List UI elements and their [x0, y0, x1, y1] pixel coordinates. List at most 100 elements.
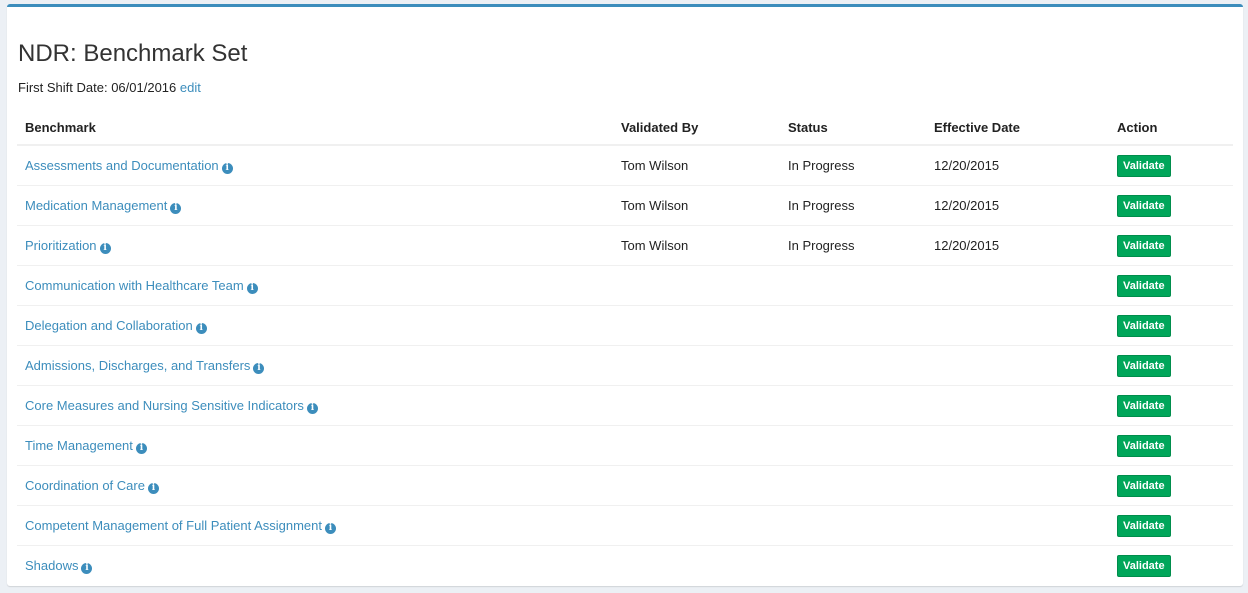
benchmark-cell: Admissions, Discharges, and Transfers i [17, 345, 613, 386]
benchmark-link[interactable]: Shadows [25, 558, 78, 573]
action-cell: Validate [1109, 385, 1233, 426]
action-cell: Validate [1109, 225, 1233, 266]
benchmark-link[interactable]: Core Measures and Nursing Sensitive Indi… [25, 398, 304, 413]
effective-date-cell [926, 505, 1109, 546]
status-cell [780, 265, 926, 306]
status-cell: In Progress [780, 185, 926, 226]
effective-date-cell [926, 385, 1109, 426]
validate-button[interactable]: Validate [1117, 274, 1171, 297]
benchmark-cell: Core Measures and Nursing Sensitive Indi… [17, 385, 613, 426]
status-cell [780, 305, 926, 346]
benchmark-link[interactable]: Assessments and Documentation [25, 158, 219, 173]
table-row: Time Management i Validate [17, 425, 1233, 466]
benchmark-set-panel: NDR: Benchmark Set First Shift Date: 06/… [7, 4, 1243, 586]
validate-button[interactable]: Validate [1117, 474, 1171, 497]
benchmark-cell: Medication Management i [17, 185, 613, 226]
edit-shift-date-link[interactable]: edit [180, 80, 201, 95]
table-row: Prioritization i Tom Wilson In Progress 12/2… [17, 225, 1233, 266]
first-shift-date: First Shift Date: 06/01/2016 edit [18, 80, 201, 96]
table-row: Admissions, Discharges, and Transfers i Va… [17, 345, 1233, 386]
action-cell: Validate [1109, 345, 1233, 386]
action-cell: Validate [1109, 425, 1233, 466]
page-title: NDR: Benchmark Set [18, 40, 248, 67]
benchmark-cell: Competent Management of Full Patient Ass… [17, 505, 613, 546]
benchmark-link[interactable]: Coordination of Care [25, 478, 145, 493]
validated-by-cell: Tom Wilson [613, 185, 780, 226]
action-cell: Validate [1109, 305, 1233, 346]
effective-date-cell: 12/20/2015 [926, 225, 1109, 266]
info-circle-icon[interactable]: i [246, 282, 258, 294]
first-shift-date-label: First Shift Date: 06/01/2016 [18, 80, 177, 95]
info-circle-icon[interactable]: i [253, 362, 265, 374]
effective-date-cell [926, 265, 1109, 306]
validated-by-cell: Tom Wilson [621, 158, 689, 173]
validated-by-cell [613, 465, 780, 506]
info-circle-icon[interactable]: i [99, 242, 111, 254]
table-header-row: Benchmark Validated By Status Effective … [17, 110, 1233, 146]
benchmark-link[interactable]: Time Management [25, 438, 133, 453]
benchmark-cell: Prioritization i [17, 225, 613, 266]
header-status: Status [780, 110, 926, 146]
info-circle-icon[interactable]: i [306, 402, 318, 414]
status-cell [780, 385, 926, 426]
table-row: Competent Management of Full Patient Ass… [17, 505, 1233, 546]
benchmark-link[interactable]: Admissions, Discharges, and Transfers [25, 358, 250, 373]
status-cell [780, 505, 926, 546]
table-row: Delegation and Collaboration i Validate [17, 305, 1233, 346]
validate-button[interactable]: Validate [1117, 194, 1171, 217]
table-row: Coordination of Care i Validate [17, 465, 1233, 506]
action-cell: Validate [1109, 465, 1233, 506]
benchmark-cell: Coordination of Care i [17, 465, 613, 506]
effective-date-cell [926, 305, 1109, 346]
validated-by-cell [613, 385, 780, 426]
validate-button[interactable]: Validate [1117, 394, 1171, 417]
benchmark-link[interactable]: Competent Management of Full Patient Ass… [25, 518, 322, 533]
benchmark-cell: Delegation and Collaboration i [17, 305, 613, 346]
info-circle-icon[interactable]: i [135, 442, 147, 454]
benchmark-cell: Shadows i [17, 545, 613, 585]
table-row: Shadows i Validate [17, 545, 1233, 585]
action-cell: Validate [1109, 545, 1233, 585]
benchmark-link[interactable]: Prioritization [25, 238, 97, 253]
status-cell: In Progress [780, 225, 926, 266]
validate-button[interactable]: Validate [1117, 354, 1171, 377]
info-circle-icon[interactable]: i [147, 482, 159, 494]
validated-by-cell: Tom Wilson [613, 225, 780, 266]
table-row: Core Measures and Nursing Sensitive Indi… [17, 385, 1233, 426]
validated-by-cell [613, 425, 780, 466]
validated-by-cell [613, 345, 780, 386]
info-circle-icon[interactable]: i [81, 562, 93, 574]
header-effective-date: Effective Date [926, 110, 1109, 146]
effective-date-cell: 12/20/2015 [934, 158, 1000, 173]
header-action: Action [1109, 110, 1233, 146]
validate-button[interactable]: Validate [1117, 514, 1171, 537]
validate-button[interactable]: Validate [1117, 154, 1171, 177]
info-circle-icon[interactable]: i [221, 162, 233, 174]
validate-button[interactable]: Validate [1117, 434, 1171, 457]
info-circle-icon[interactable]: i [325, 522, 336, 534]
validate-button[interactable]: Validate [1117, 234, 1171, 257]
header-validated-by: Validated By [613, 110, 780, 146]
benchmark-link[interactable]: Communication with Healthcare Team [25, 278, 244, 293]
validate-button[interactable]: Validate [1117, 554, 1171, 577]
info-circle-icon[interactable]: i [195, 322, 207, 334]
action-cell: Validate [1109, 185, 1233, 226]
effective-date-cell [926, 465, 1109, 506]
benchmark-link[interactable]: Delegation and Collaboration [25, 318, 193, 333]
benchmark-link[interactable]: Medication Management [25, 198, 167, 213]
table-row: Communication with Healthcare Team i Valid… [17, 265, 1233, 306]
info-circle-icon[interactable]: i [170, 202, 182, 214]
action-cell: Validate [1109, 505, 1233, 546]
effective-date-cell [926, 545, 1109, 585]
benchmark-cell: Assessments and Documentation i [17, 145, 613, 186]
benchmark-cell: Communication with Healthcare Team i [17, 265, 613, 306]
validate-button[interactable]: Validate [1117, 314, 1171, 337]
validated-by-cell [613, 305, 780, 346]
action-cell: Validate [1109, 265, 1233, 306]
status-cell [780, 345, 926, 386]
benchmark-cell: Time Management i [17, 425, 613, 466]
validated-by-cell [613, 265, 780, 306]
status-cell [780, 465, 926, 506]
table-row: Assessments and Documentation i Tom Wilson… [17, 145, 1233, 186]
effective-date-cell [926, 345, 1109, 386]
